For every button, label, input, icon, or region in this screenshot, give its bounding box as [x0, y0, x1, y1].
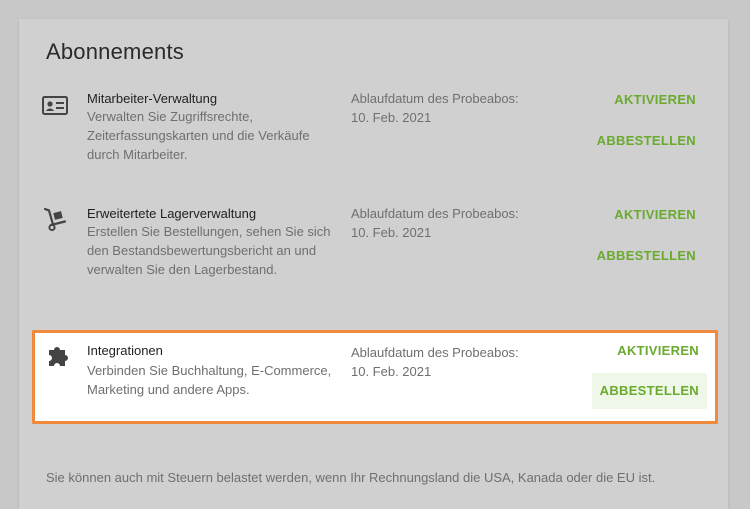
activate-button[interactable]: AKTIVIEREN [606, 82, 704, 118]
page-title: Abonnements [46, 39, 184, 64]
subscription-name: Erweitertete Lagerverwaltung [87, 206, 257, 221]
tax-note: Sie können auch mit Steuern belastet wer… [46, 470, 656, 485]
cancel-subscription-button[interactable]: ABBESTELLEN [591, 373, 707, 409]
activate-button[interactable]: AKTIVIEREN [606, 197, 704, 233]
subscription-name: Mitarbeiter-Verwaltung [87, 91, 218, 106]
subscription-expiry: Ablaufdatum des Probeabos: 10. Feb. 2021 [351, 206, 519, 241]
hand-truck-icon [43, 207, 67, 232]
id-card-icon [42, 96, 68, 115]
subscription-expiry: Ablaufdatum des Probeabos: 10. Feb. 2021 [351, 91, 519, 126]
subscription-description: Erstellen Sie Bestellungen, sehen Sie si… [87, 224, 331, 278]
subscriptions-card: Abonnements Mitarbeiter-Verwaltung Verwa… [19, 19, 728, 509]
subscription-description: Verbinden Sie Buchhaltung, E-Commerce, M… [87, 363, 332, 398]
subscription-name: Integrationen [87, 343, 163, 358]
subscription-description: Verwalten Sie Zugriffsrechte, Zeiterfass… [87, 109, 310, 163]
cancel-subscription-button[interactable]: ABBESTELLEN [589, 123, 704, 159]
subscription-row-integrations: Integrationen Verbinden Sie Buchhaltung,… [32, 330, 718, 424]
subscription-expiry: Ablaufdatum des Probeabos: 10. Feb. 2021 [351, 345, 519, 380]
puzzle-icon [49, 347, 68, 366]
cancel-subscription-button[interactable]: ABBESTELLEN [589, 238, 704, 274]
activate-button[interactable]: AKTIVIEREN [609, 333, 707, 369]
